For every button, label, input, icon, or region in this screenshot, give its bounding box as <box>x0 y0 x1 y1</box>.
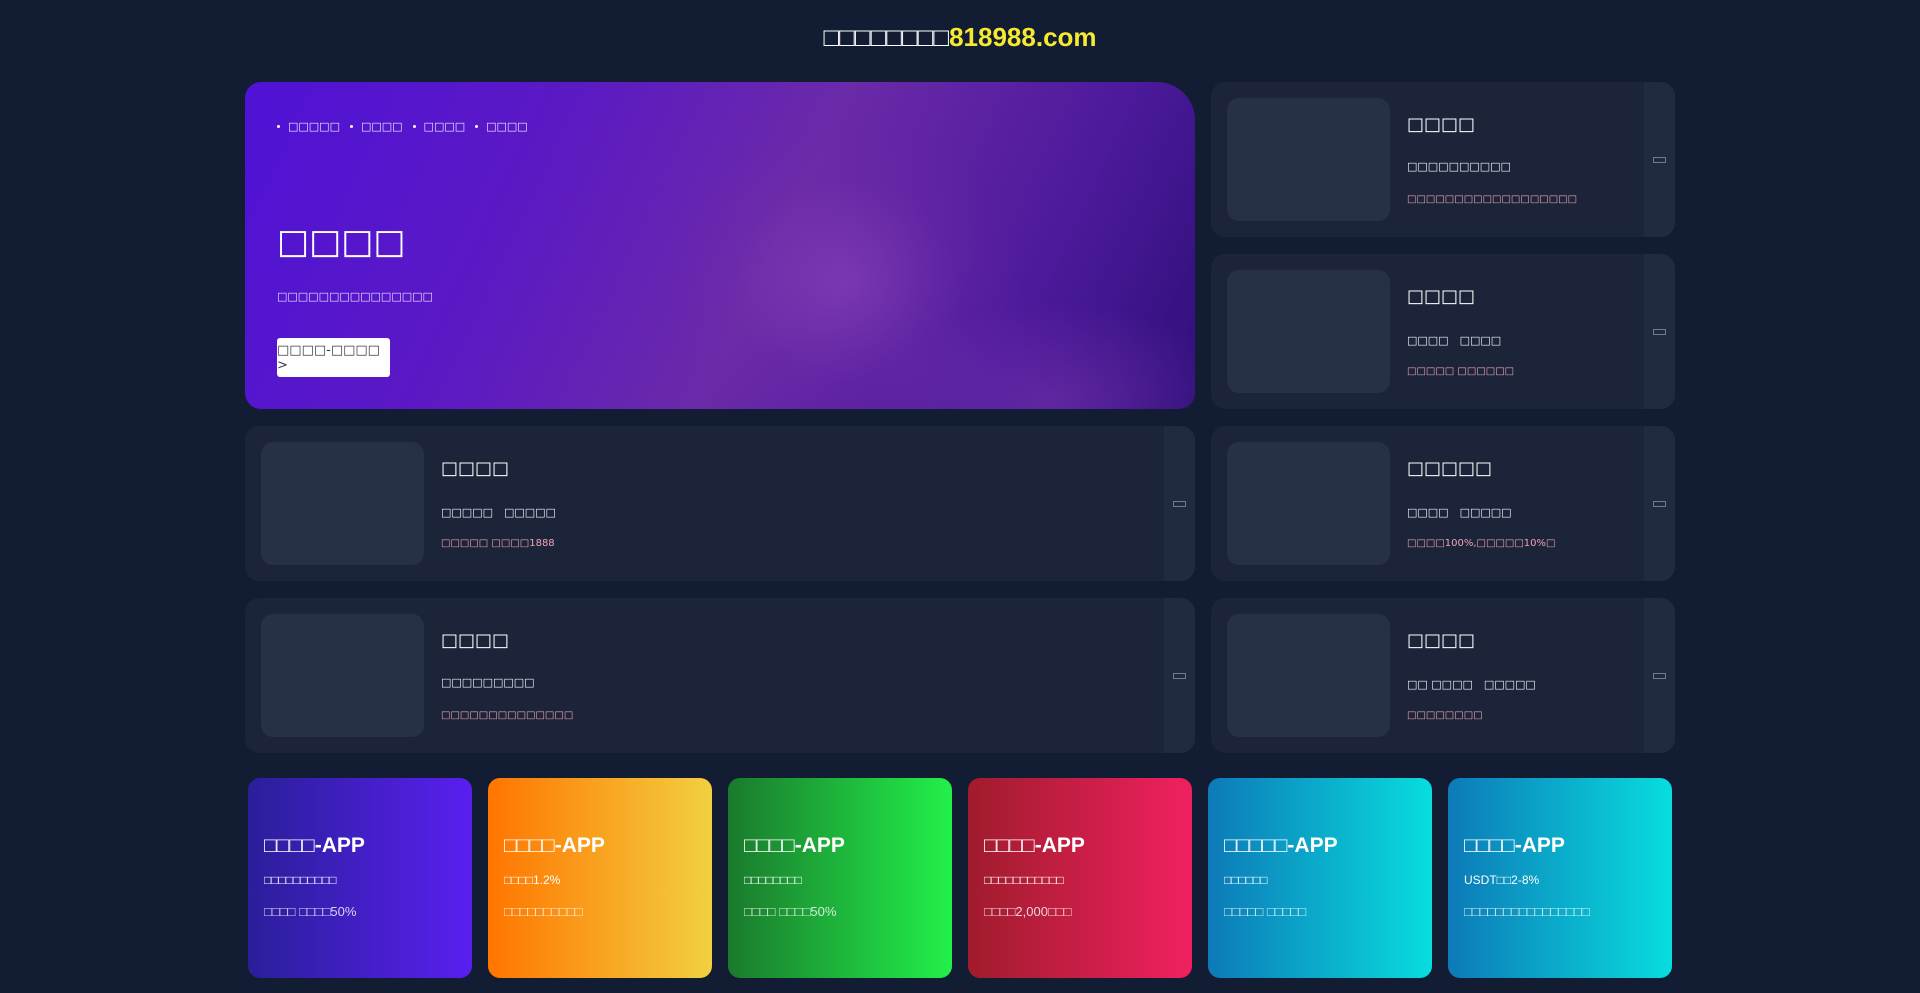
service-card[interactable]: □□□□□ □□□□ □□□□□ □□□□100%,□□□□□10%□ <box>1211 426 1675 581</box>
bullet-icon <box>412 125 416 128</box>
card-note: □□□□□□□□ <box>1407 710 1483 721</box>
site-title: □□□□□□□□818988.com <box>0 22 1920 53</box>
card-title: □□□□ <box>441 630 510 651</box>
app-promo: □□□□ □□□□50% <box>264 904 357 919</box>
site-title-prefix: □□□□□□□□ <box>823 22 950 52</box>
hero-nav-item[interactable]: □□□□ <box>475 120 528 133</box>
app-tile[interactable]: □□□□-APP USDT□□2-8% □□□□□□□□□□□□□□□□ <box>1448 778 1672 978</box>
card-arrow-button[interactable] <box>1164 598 1195 753</box>
service-card[interactable]: □□□□ □□□□ □□□□ □□□□□ □□□□□□ <box>1211 254 1675 409</box>
card-note: □□□□100%,□□□□□10%□ <box>1407 538 1556 549</box>
card-description: □□□□ □□□□□ <box>1407 506 1512 519</box>
app-title: □□□□-APP <box>744 834 845 857</box>
hero-nav-item[interactable]: □□□□ <box>412 120 465 133</box>
service-card[interactable]: □□□□ □□□□□ □□□□□ □□□□□ □□□□1888 <box>245 426 1195 581</box>
service-card[interactable]: □□□□ □□□□□□□□□□ □□□□□□□□□□□□□□□□□□ <box>1211 82 1675 237</box>
card-note: □□□□□□□□□□□□□□ <box>441 710 574 721</box>
app-promo: □□□□□ □□□□□ <box>1224 904 1307 919</box>
app-promo: □□□□□□□□□□ <box>504 904 583 919</box>
site-domain[interactable]: 818988.com <box>949 22 1096 52</box>
card-thumbnail <box>1227 442 1390 565</box>
service-card[interactable]: □□□□ □□ □□□□ □□□□□ □□□□□□□□ <box>1211 598 1675 753</box>
app-description: □□□□□□□□ <box>744 873 802 887</box>
card-description: □□□□□□□□□ <box>441 676 535 689</box>
card-description: □□□□□ □□□□□ <box>441 506 556 519</box>
app-tile[interactable]: □□□□-APP □□□□□□□□□□□ □□□□2,000□□□ <box>968 778 1192 978</box>
app-promo: □□□□□□□□□□□□□□□□ <box>1464 904 1590 919</box>
card-description: □□□□□□□□□□ <box>1407 160 1511 173</box>
page: □□□□□□□□818988.com □□□□□ □□□□ □□□□ □□□□ … <box>0 0 1920 993</box>
hero-nav-item[interactable]: □□□□□ <box>277 120 340 133</box>
card-arrow-button[interactable] <box>1644 82 1675 237</box>
card-note: □□□□□□□□□□□□□□□□□□ <box>1407 194 1578 205</box>
card-title: □□□□ <box>1407 286 1476 307</box>
card-note: □□□□□ □□□□□□ <box>1407 366 1515 377</box>
bullet-icon <box>475 125 479 128</box>
app-description: □□□□1.2% <box>504 873 561 887</box>
hero-subtitle: □□□□□□□□□□□□□□□ <box>277 290 433 303</box>
card-title: □□□□ <box>1407 630 1476 651</box>
card-thumbnail <box>1227 270 1390 393</box>
arrow-icon <box>1653 328 1666 335</box>
card-arrow-button[interactable] <box>1644 426 1675 581</box>
card-arrow-button[interactable] <box>1164 426 1195 581</box>
app-tile[interactable]: □□□□□-APP □□□□□□ □□□□□ □□□□□ <box>1208 778 1432 978</box>
arrow-icon <box>1653 156 1666 163</box>
card-thumbnail <box>261 442 424 565</box>
card-arrow-button[interactable] <box>1644 598 1675 753</box>
card-thumbnail <box>1227 614 1390 737</box>
arrow-icon <box>1173 500 1186 507</box>
app-title: □□□□-APP <box>984 834 1085 857</box>
card-description: □□ □□□□ □□□□□ <box>1407 678 1536 691</box>
card-title: □□□□□ <box>1407 458 1493 479</box>
service-card[interactable]: □□□□ □□□□□□□□□ □□□□□□□□□□□□□□ <box>245 598 1195 753</box>
card-note: □□□□□ □□□□1888 <box>441 538 555 549</box>
app-title: □□□□□-APP <box>1224 834 1338 857</box>
hero-nav-item[interactable]: □□□□ <box>349 120 403 133</box>
arrow-icon <box>1173 672 1186 679</box>
app-title: □□□□-APP <box>504 834 605 857</box>
app-description: □□□□□□□□□□ <box>264 873 337 887</box>
app-description: □□□□□□ <box>1224 873 1268 887</box>
bullet-icon <box>277 125 280 128</box>
app-title: □□□□-APP <box>1464 834 1565 857</box>
card-arrow-button[interactable] <box>1644 254 1675 409</box>
arrow-icon <box>1653 500 1666 507</box>
app-tile[interactable]: □□□□-APP □□□□1.2% □□□□□□□□□□ <box>488 778 712 978</box>
hero-cta-button[interactable]: □□□□-□□□□ > <box>277 338 390 377</box>
hero-headline: □□□□ <box>277 222 406 262</box>
app-promo: □□□□2,000□□□ <box>984 904 1072 919</box>
card-title: □□□□ <box>441 458 510 479</box>
card-title: □□□□ <box>1407 114 1476 135</box>
card-thumbnail <box>1227 98 1390 221</box>
hero-banner: □□□□□ □□□□ □□□□ □□□□ □□□□ □□□□□□□□□□□□□□… <box>245 82 1195 409</box>
app-description: □□□□□□□□□□□ <box>984 873 1064 887</box>
app-tile[interactable]: □□□□-APP □□□□□□□□ □□□□ □□□□50% <box>728 778 952 978</box>
arrow-icon <box>1653 672 1666 679</box>
app-title: □□□□-APP <box>264 834 365 857</box>
app-tile[interactable]: □□□□-APP □□□□□□□□□□ □□□□ □□□□50% <box>248 778 472 978</box>
card-description: □□□□ □□□□ <box>1407 334 1502 347</box>
hero-nav: □□□□□ □□□□ □□□□ □□□□ <box>277 120 528 133</box>
app-promo: □□□□ □□□□50% <box>744 904 837 919</box>
card-thumbnail <box>261 614 424 737</box>
bullet-icon <box>349 125 353 128</box>
app-description: USDT□□2-8% <box>1464 873 1540 887</box>
